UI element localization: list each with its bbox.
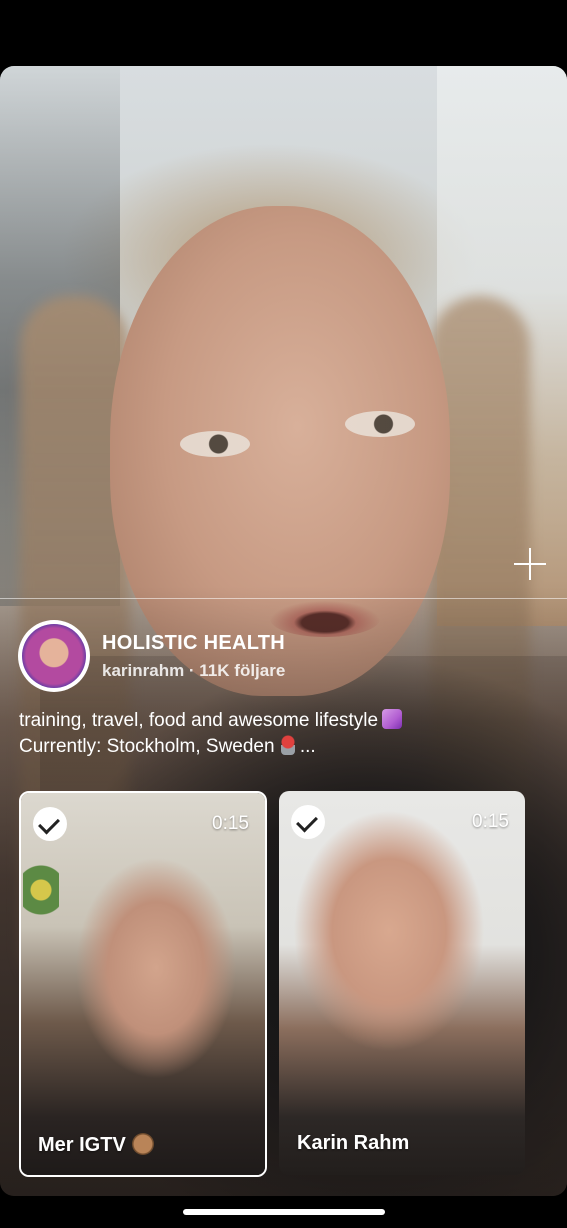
video-eye-right [345, 411, 415, 437]
episode-duration: 0:15 [472, 811, 509, 832]
avatar[interactable] [18, 620, 90, 692]
avatar-image [22, 624, 86, 688]
episode-duration: 0:15 [212, 813, 249, 834]
plus-icon[interactable] [512, 546, 548, 582]
thumbnail-flowers [23, 863, 59, 953]
channel-bio[interactable]: training, travel, food and awesome lifes… [19, 708, 549, 760]
checkmark-icon [38, 812, 60, 835]
igtv-screen: HOLISTIC HEALTH karinrahm · 11K följare … [0, 0, 567, 1228]
pushpin-icon [280, 735, 295, 755]
episode-thumbnail [279, 791, 525, 1175]
channel-header[interactable]: HOLISTIC HEALTH karinrahm · 11K följare [18, 620, 285, 692]
bio-line-1: training, travel, food and awesome lifes… [19, 708, 549, 734]
channel-meta[interactable]: karinrahm · 11K följare [102, 661, 285, 681]
channel-info: HOLISTIC HEALTH karinrahm · 11K följare [102, 632, 285, 681]
checkmark-icon [296, 810, 318, 833]
see-no-evil-monkey-icon [131, 1133, 154, 1155]
episode-title-text: Mer IGTV [38, 1134, 126, 1156]
bio-line-2: Currently: Stockholm, Sweden ... [19, 734, 549, 760]
bio-line-2-text: Currently: Stockholm, Sweden [19, 736, 275, 757]
episode-thumbnail [21, 793, 265, 1175]
episode-title: Karin Rahm [297, 1132, 410, 1154]
unicorn-icon [382, 709, 403, 729]
selected-check-badge [33, 807, 67, 841]
video-eye-left [180, 431, 250, 457]
selected-check-badge [291, 805, 325, 839]
bio-more[interactable]: ... [300, 736, 316, 757]
video-progress-line[interactable] [0, 598, 567, 599]
episode-title: Mer IGTV [38, 1133, 154, 1157]
home-indicator[interactable] [183, 1209, 385, 1215]
episode-card-mer-igtv[interactable]: 0:15 Mer IGTV [19, 791, 267, 1177]
bio-line-1-text: training, travel, food and awesome lifes… [19, 710, 379, 731]
channel-title[interactable]: HOLISTIC HEALTH [102, 632, 285, 655]
episode-card-karin-rahm[interactable]: 0:15 Karin Rahm [279, 791, 525, 1175]
